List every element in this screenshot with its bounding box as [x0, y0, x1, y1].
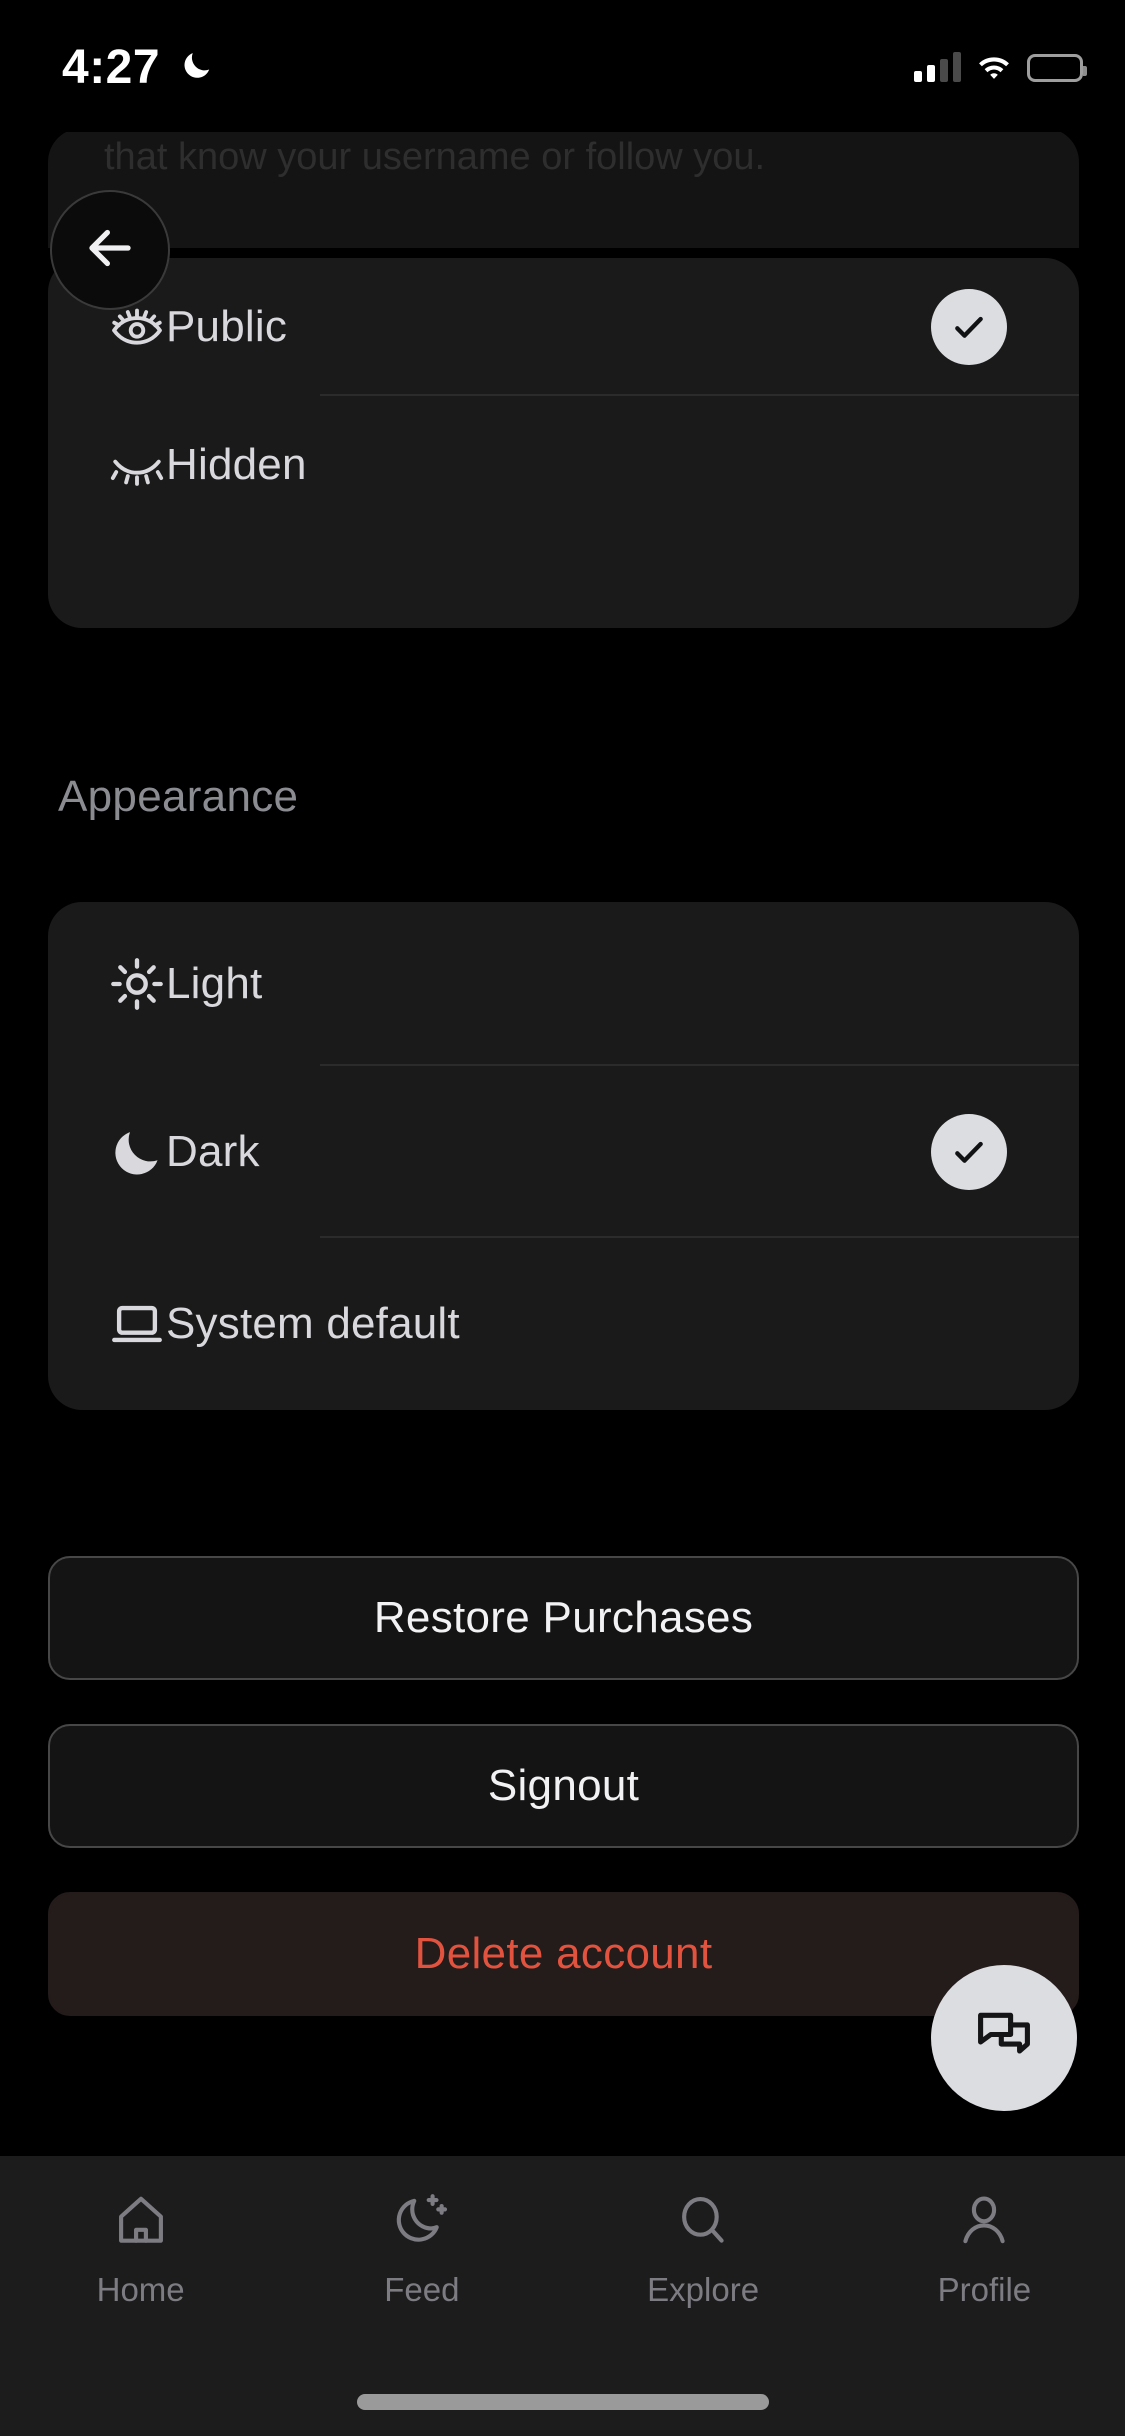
status-bar-indicators: [914, 46, 1087, 82]
home-indicator[interactable]: [356, 2394, 769, 2410]
search-icon: [672, 2190, 734, 2257]
back-arrow-icon: [79, 217, 141, 284]
bottom-navigation-bar: Home Feed Explore Profile: [0, 2154, 1125, 2436]
nav-label-profile: Profile: [937, 2271, 1032, 2308]
visibility-option-hidden[interactable]: Hidden: [48, 396, 1079, 534]
previous-card-peek: that know your username or follow you.: [48, 128, 1079, 248]
appearance-option-label: System default: [166, 1299, 460, 1348]
nav-label-explore: Explore: [647, 2271, 760, 2308]
visibility-options-card: Public Hidden: [48, 258, 1079, 628]
appearance-option-system-default[interactable]: System default: [48, 1238, 1079, 1410]
battery-icon: [1027, 54, 1087, 82]
nav-label-home: Home: [96, 2271, 185, 2308]
visibility-option-label: Public: [166, 302, 288, 351]
sun-icon: [48, 955, 166, 1013]
nav-item-feed[interactable]: Feed: [281, 2190, 562, 2309]
moon-sparkle-icon: [391, 2190, 453, 2257]
moon-icon: [180, 48, 214, 82]
moon-crescent-icon: [48, 1123, 166, 1181]
status-bar: 4:27: [0, 0, 1125, 132]
visibility-option-label: Hidden: [166, 440, 307, 489]
nav-item-profile[interactable]: Profile: [844, 2190, 1125, 2309]
chat-fab-button[interactable]: [931, 1965, 1077, 2111]
cellular-signal-icon: [914, 52, 961, 82]
nav-label-feed: Feed: [384, 2271, 460, 2308]
wifi-icon: [975, 54, 1013, 82]
laptop-icon: [48, 1295, 166, 1353]
visibility-public-check: [931, 289, 1007, 365]
app-screen: that know your username or follow you. P…: [0, 0, 1125, 2436]
chat-bubbles-icon: [968, 2000, 1040, 2077]
peek-description-text: that know your username or follow you.: [104, 136, 766, 178]
signout-button[interactable]: Signout: [48, 1724, 1079, 1848]
appearance-option-label: Light: [166, 959, 263, 1008]
appearance-option-label: Dark: [166, 1127, 260, 1176]
home-icon: [110, 2190, 172, 2257]
back-button[interactable]: [50, 190, 170, 310]
appearance-dark-check: [931, 1114, 1007, 1190]
person-icon: [953, 2190, 1015, 2257]
appearance-section-title: Appearance: [58, 772, 299, 821]
appearance-option-light[interactable]: Light: [48, 902, 1079, 1066]
delete-account-button[interactable]: Delete account: [48, 1892, 1079, 2016]
status-bar-time: 4:27: [62, 41, 161, 94]
appearance-option-dark[interactable]: Dark: [48, 1066, 1079, 1238]
nav-item-home[interactable]: Home: [0, 2190, 281, 2309]
visibility-option-public[interactable]: Public: [48, 258, 1079, 396]
appearance-options-card: Light Dark System default: [48, 902, 1079, 1410]
nav-item-explore[interactable]: Explore: [563, 2190, 844, 2309]
restore-purchases-button[interactable]: Restore Purchases: [48, 1556, 1079, 1680]
eye-closed-icon: [48, 434, 166, 496]
